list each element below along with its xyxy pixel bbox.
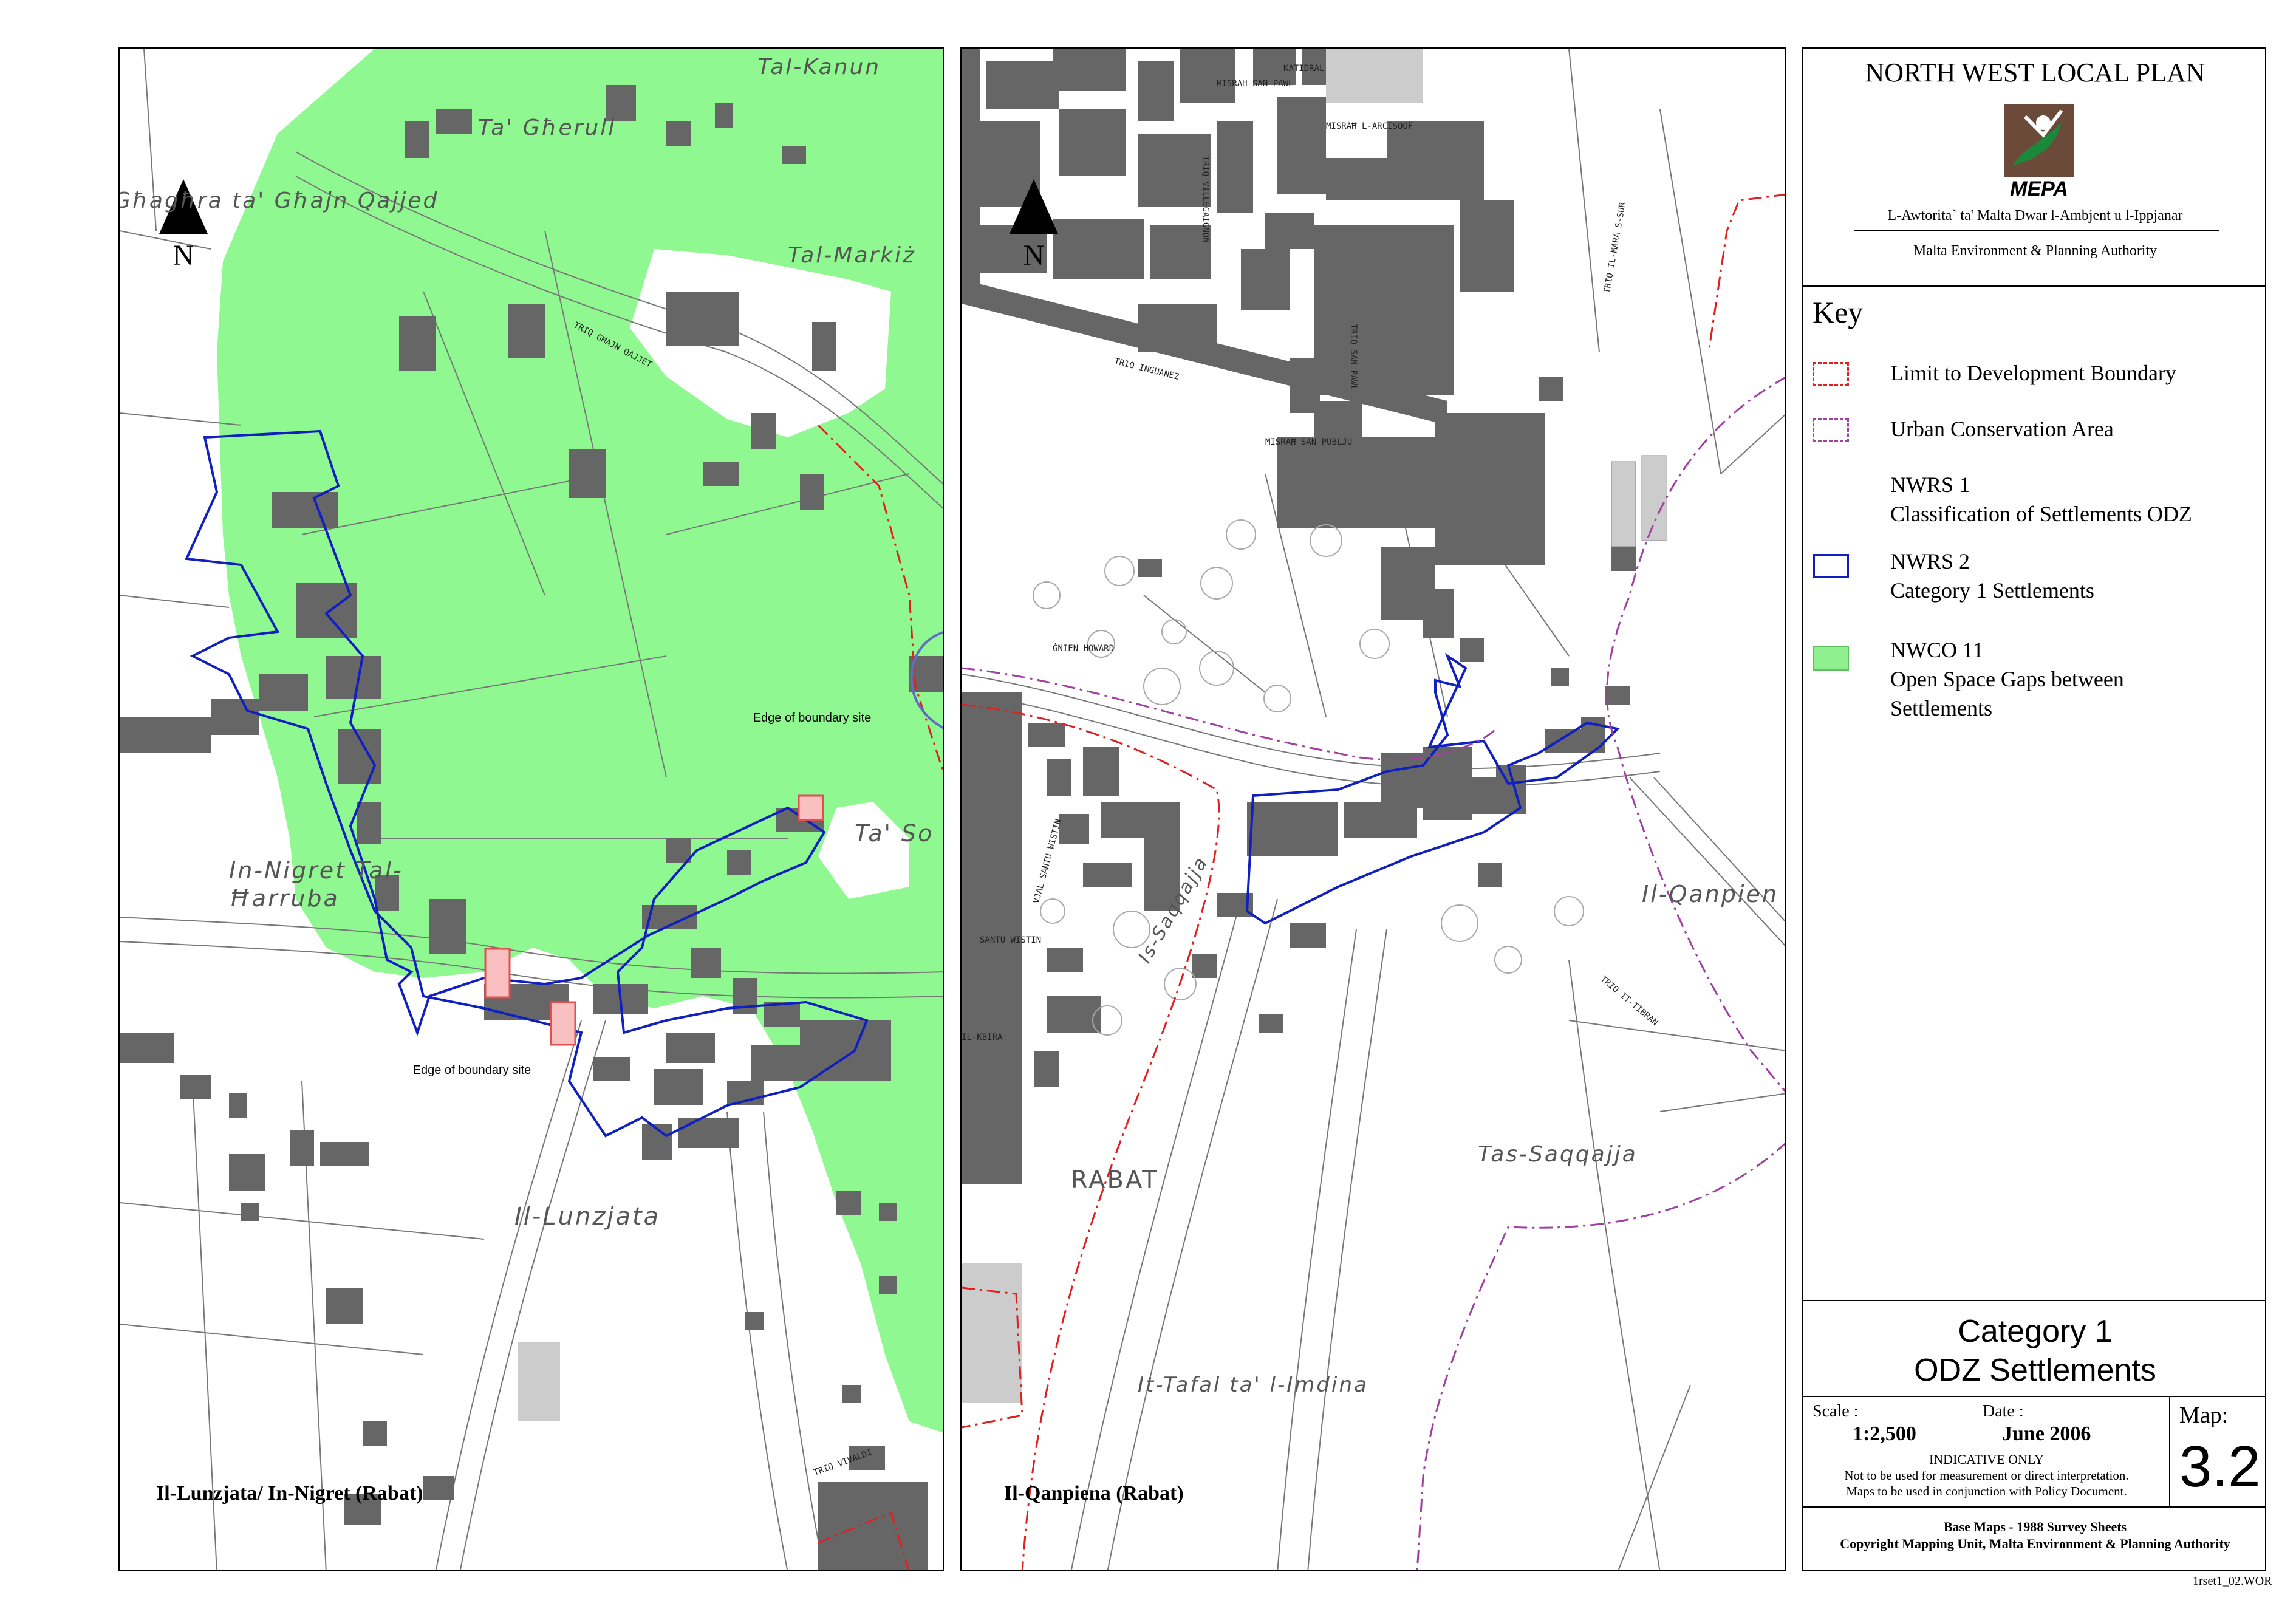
place-label: Il-Qanpien [1642,881,1778,907]
place-label: Tas-Saqqajja [1478,1142,1638,1167]
divider [1854,230,2219,231]
street-label: MISRAĦ SAN PAWL [1217,79,1294,89]
map-right-panel: N RABAT Il-Qanpien Tas-Saqqajja It-Tafal… [960,47,1786,1571]
boundary-site-3 [798,794,824,821]
map-left-panel: N Għagħra ta' Għajn Qajjed Tal-Kanun Ta'… [118,47,944,1571]
place-label: In-Nigret Tal-Ħarruba [229,857,403,912]
north-arrow: N [1006,176,1061,279]
mepa-logo: MEPA [2001,98,2077,204]
north-arrow-icon [1010,179,1058,234]
street-label: TRIQ SAN PAWL [1348,324,1358,391]
scale-value: 1:2,500 [1853,1423,1916,1445]
place-label: Tal-Kanun [757,55,881,80]
credits: Base Maps - 1988 Survey Sheets Copyright… [1840,1519,2230,1551]
dashed-red-swatch [1813,362,1849,386]
place-label: Il-Lunzjata [514,1203,661,1231]
street-label: SANTU WISTIN [980,935,1042,945]
boundary-site-2 [550,1001,576,1046]
green-fill-swatch [1813,646,1849,671]
place-label: It-Tafal ta' l-Imdina [1138,1373,1368,1397]
scale-date-box: Scale : 1:2,500 Date : June 2006 INDICAT… [1803,1396,2170,1506]
map-number-label: Map: [2179,1403,2229,1428]
street-label: TRIQ VILLEGAIGNON [1200,155,1211,243]
key-item-nwrs-2: NWRS 2 Category 1 Settlements [1813,547,2262,613]
street-label: KATIDRAL [1283,64,1325,73]
map-location-label: Il-Lunzjata/ In-Nigret (Rabat) [156,1482,423,1505]
street-label: MISRAĦ SAN PUBLJU [1265,437,1353,447]
dashed-purple-swatch [1813,418,1849,442]
place-label: Ta' Għerull [478,115,617,140]
divider [1803,1300,2265,1301]
authority-name-maltese: L-Awtorita` ta' Malta Dwar l-Ambjent u l… [1887,208,2183,224]
plan-title: NORTH WEST LOCAL PLAN [1865,58,2205,87]
mepa-logo-icon: MEPA [2004,104,2074,200]
conservation-area-line [962,377,1785,1570]
place-label: Tal-Markiż [788,243,916,268]
map-number: 3.2 [2179,1434,2261,1499]
right-map-canvas [962,49,1785,1570]
authority-name-english: Malta Environment & Planning Authority [1913,243,2158,259]
date-value: June 2006 [2002,1423,2091,1445]
date-label: Date : [1983,1402,2024,1421]
indicative-notice: INDICATIVE ONLY [1929,1452,2045,1467]
file-reference: 1rset1_02.WOR [2193,1574,2272,1588]
scale-label: Scale : [1813,1402,1859,1421]
legend-panel: NORTH WEST LOCAL PLAN MEPA L-Awtorita` t… [1802,47,2266,1571]
key-item-nwrs-1: NWRS 1 Classification of Settlements ODZ [1890,473,2192,526]
logo-wordmark: MEPA [2010,177,2068,200]
place-label: Ta' So [855,820,934,847]
boundary-site-1 [484,948,511,999]
place-label: RABAT [1071,1166,1159,1194]
place-label: Għagħra ta' Għajn Qajjed [118,188,439,213]
key-item-nwco-11: NWCO 11 Open Space Gaps between Settleme… [1813,635,2262,720]
usage-note: Not to be used for measurement or direct… [1844,1468,2129,1498]
key-title: Key [1813,295,1864,329]
map-title: Category 1 ODZ Settlements [1914,1314,2156,1388]
street-label: IL-KBIRA [962,1033,1003,1042]
street-label: ĠNIEN HOWARD [1053,644,1115,654]
blue-outline-swatch [1813,554,1849,578]
left-map-canvas [120,49,943,1570]
boundary-site-annotation: Edge of boundary site [753,711,872,725]
street-label: MISRAĦ L-ARĊISQOF [1326,121,1413,131]
map-location-label: Il-Qanpiena (Rabat) [1004,1482,1184,1505]
divider [1803,285,2265,287]
boundary-site-annotation: Edge of boundary site [412,1064,531,1077]
divider [1803,1506,2265,1508]
